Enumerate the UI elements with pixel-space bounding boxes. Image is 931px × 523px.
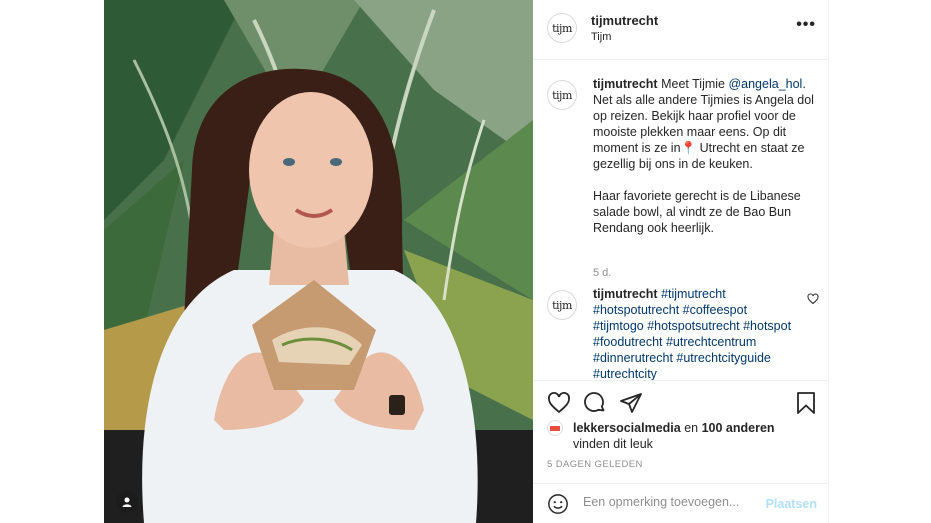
- caption-age[interactable]: 5 d.: [593, 267, 611, 279]
- comments-list[interactable]: tijm tijmutrecht Meet Tijmie @angela_hol…: [533, 60, 829, 380]
- caption-username[interactable]: tijmutrecht: [593, 77, 658, 91]
- post-username[interactable]: tijmutrecht: [591, 13, 658, 28]
- post-comment-button[interactable]: Plaatsen: [766, 497, 817, 511]
- caption-text-start: Meet Tijmie: [661, 77, 729, 91]
- comment-avatar[interactable]: tijm: [547, 290, 577, 320]
- like-comment-heart-icon[interactable]: [807, 292, 819, 310]
- caption-mention-link[interactable]: @angela_hol: [728, 77, 802, 91]
- bookmark-icon[interactable]: [795, 391, 817, 420]
- profile-avatar[interactable]: tijm: [547, 13, 577, 43]
- comment-text: tijmutrecht #tijmutrecht #hotspotutrecht…: [593, 286, 793, 380]
- likes-others-link[interactable]: 100 anderen: [702, 421, 775, 435]
- emoji-icon[interactable]: [547, 493, 569, 520]
- post-photo[interactable]: [104, 0, 533, 523]
- comment-icon[interactable]: [583, 391, 607, 420]
- likes-and-text: en: [680, 421, 702, 435]
- post-date[interactable]: 5 DAGEN GELEDEN: [547, 459, 643, 470]
- post-header: tijm tijmutrecht Tijm •••: [533, 0, 828, 60]
- heart-icon[interactable]: [547, 391, 571, 420]
- comment-username[interactable]: tijmutrecht: [593, 287, 658, 301]
- caption-avatar[interactable]: tijm: [547, 80, 577, 110]
- liker-avatar[interactable]: [547, 420, 563, 436]
- add-comment-bar: Plaatsen: [533, 483, 829, 523]
- caption-text: tijmutrecht Meet Tijmie @angela_hol. Net…: [593, 76, 821, 236]
- tagged-user-icon[interactable]: [116, 491, 138, 513]
- post-location[interactable]: Tijm: [591, 31, 611, 43]
- post-image: [104, 0, 533, 523]
- action-bar: [533, 380, 829, 424]
- caption-text-rest: . Net als alle andere Tijmies is Angela …: [593, 77, 814, 235]
- comment-input[interactable]: [583, 495, 753, 509]
- liker-username[interactable]: lekkersocialmedia: [573, 421, 681, 435]
- share-icon[interactable]: [619, 391, 643, 420]
- more-options-icon[interactable]: •••: [796, 16, 816, 34]
- post-details-panel: tijm tijmutrecht Tijm ••• tijm tijmutrec…: [533, 0, 829, 523]
- likes-suffix: vinden dit leuk: [573, 437, 653, 451]
